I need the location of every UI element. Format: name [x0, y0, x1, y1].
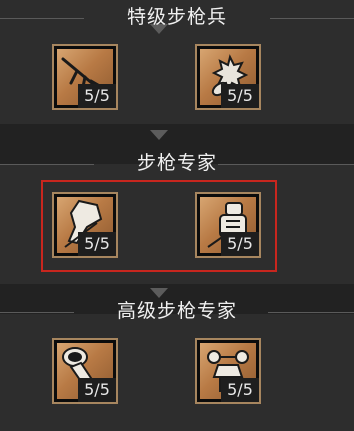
skill-level-count: 5/5: [78, 378, 116, 402]
skill-slot[interactable]: 5/5: [52, 192, 118, 258]
skill-level-count: 5/5: [221, 232, 259, 256]
skill-level-count: 5/5: [78, 232, 116, 256]
tier-header: 步枪专家: [0, 146, 354, 182]
tier-title: 高级步枪专家: [116, 300, 237, 322]
skill-slot[interactable]: 5/5: [195, 44, 261, 110]
skill-level-count: 5/5: [221, 378, 259, 402]
tier-title: 特级步枪兵: [126, 6, 227, 28]
skill-slot[interactable]: 5/5: [52, 44, 118, 110]
tier-header: 特级步枪兵: [0, 0, 354, 36]
tier-title: 步枪专家: [136, 152, 217, 174]
tier-connector-icon: [150, 130, 168, 140]
skill-slot[interactable]: 5/5: [195, 192, 261, 258]
skill-level-count: 5/5: [221, 84, 259, 108]
skill-slot[interactable]: 5/5: [52, 338, 118, 404]
skill-level-count: 5/5: [78, 84, 116, 108]
tier-header: 高级步枪专家: [0, 294, 354, 330]
skill-slot[interactable]: 5/5: [195, 338, 261, 404]
